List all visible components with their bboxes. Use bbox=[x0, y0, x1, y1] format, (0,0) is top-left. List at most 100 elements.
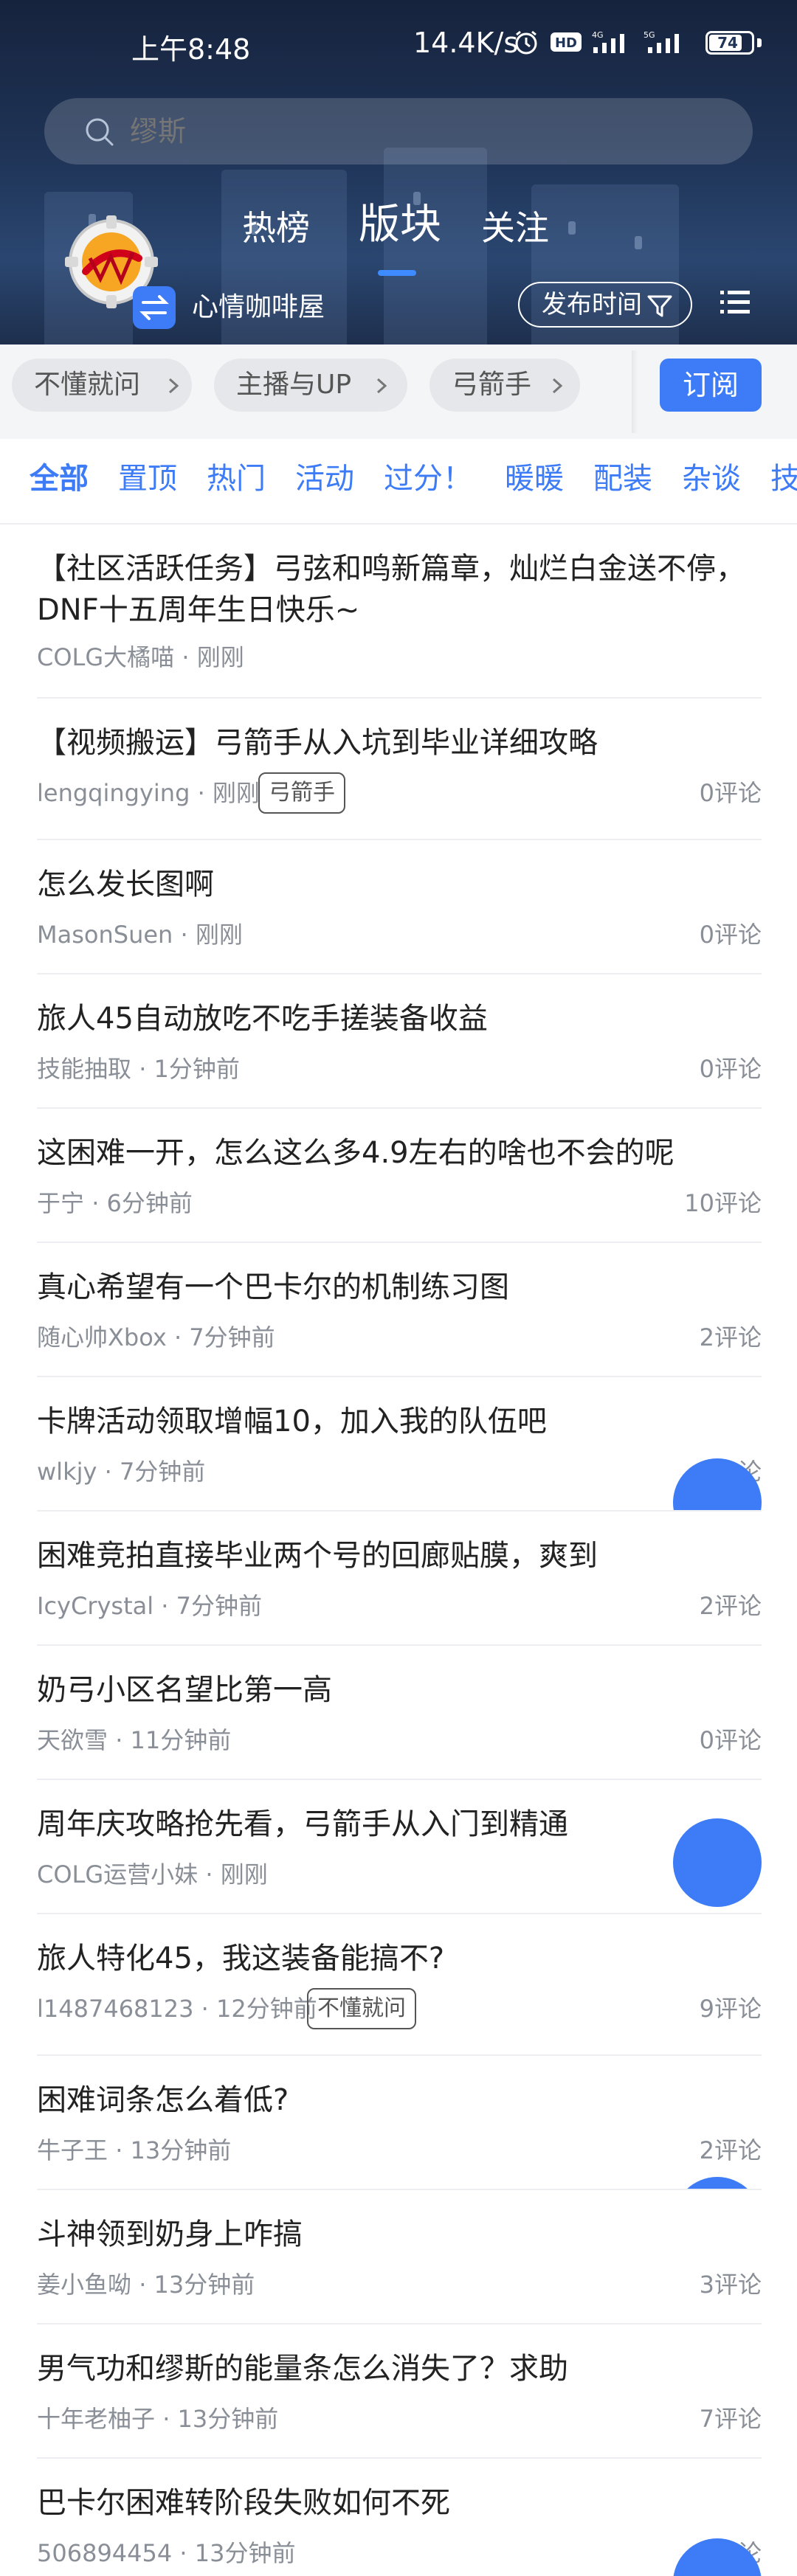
signal-5g-icon: 5G bbox=[644, 30, 679, 53]
post-meta: wlkjy · 7分钟前 bbox=[37, 1458, 206, 1486]
subforum-chip-qa[interactable]: 不懂就问 bbox=[12, 359, 192, 412]
post-subforum-tag[interactable]: 弓箭手 bbox=[258, 772, 345, 814]
post-author: COLG运营小妹 bbox=[37, 1860, 199, 1888]
post-time: 6分钟前 bbox=[106, 1189, 193, 1217]
post-time: 12分钟前 bbox=[216, 1995, 317, 2023]
post-time: 刚刚 bbox=[196, 643, 244, 671]
post-title: 奶弓小区名望比第一高 bbox=[37, 1673, 332, 1707]
post-item[interactable]: 男气功和缪斯的能量条怎么消失了？求助 十年老柚子 · 13分钟前 7评论 bbox=[37, 2324, 762, 2459]
post-time: 刚刚 bbox=[220, 1860, 268, 1888]
category-tab-events[interactable]: 活动 bbox=[295, 455, 354, 502]
post-comment-count: 3评论 bbox=[699, 2271, 762, 2299]
subforum-chip-streamer[interactable]: 主播与UP bbox=[214, 359, 407, 412]
post-meta: COLG运营小妹 · 刚刚 bbox=[37, 1860, 268, 1888]
post-meta: 天欲雪 · 11分钟前 bbox=[37, 1726, 232, 1754]
post-title: 真心希望有一个巴卡尔的机制练习图 bbox=[37, 1270, 509, 1304]
category-tab-chat[interactable]: 杂谈 bbox=[682, 455, 741, 502]
category-tab-pinned[interactable]: 置顶 bbox=[118, 455, 177, 502]
subscribe-button[interactable]: 订阅 bbox=[660, 359, 762, 412]
post-item[interactable]: 【视频搬运】弓箭手从入坑到毕业详细攻略 lengqingying · 刚刚 弓箭… bbox=[37, 699, 762, 840]
post-meta: 技能抽取 · 1分钟前 bbox=[37, 1055, 240, 1083]
alarm-icon bbox=[515, 30, 537, 55]
post-item[interactable]: 这困难一开，怎么这么多4.9左右的啥也不会的呢 于宁 · 6分钟前 10评论 bbox=[37, 1109, 762, 1243]
forum-switch-icon[interactable] bbox=[133, 286, 176, 329]
svg-text:4G: 4G bbox=[592, 30, 604, 40]
hd-icon: HD bbox=[551, 32, 582, 52]
tab-hot[interactable]: 热榜 bbox=[242, 202, 310, 254]
post-item[interactable]: 周年庆攻略抢先看，弓箭手从入门到精通 COLG运营小妹 · 刚刚 bbox=[37, 1780, 762, 1914]
post-author: 于宁 bbox=[37, 1189, 85, 1217]
network-speed: 14.4K/s bbox=[413, 27, 519, 59]
sort-label: 发布时间 bbox=[542, 290, 642, 319]
post-time: 7分钟前 bbox=[189, 1323, 275, 1351]
post-comment-count: 0评论 bbox=[699, 779, 762, 807]
tab-boards[interactable]: 版块 bbox=[359, 199, 441, 251]
category-tab-hot[interactable]: 热门 bbox=[207, 455, 266, 502]
post-title: 困难词条怎么着低? bbox=[37, 2083, 289, 2117]
post-subforum-tag[interactable]: 不懂就问 bbox=[307, 1988, 416, 2029]
post-meta: MasonSuen · 刚刚 bbox=[37, 921, 243, 949]
post-title: 男气功和缪斯的能量条怎么消失了？求助 bbox=[37, 2352, 568, 2386]
post-author: 姜小鱼呦 bbox=[37, 2271, 132, 2299]
category-tab-gear[interactable]: 配装 bbox=[593, 455, 652, 502]
post-item[interactable]: 困难词条怎么着低? 牛子王 · 13分钟前 2评论 bbox=[37, 2056, 762, 2190]
chevron-right-icon bbox=[168, 378, 179, 394]
post-time: 11分钟前 bbox=[130, 1726, 232, 1754]
sort-by-time-button[interactable]: 发布时间 bbox=[518, 282, 692, 328]
top-tabs: 热榜 版块 关注 bbox=[0, 199, 797, 266]
post-author: wlkjy bbox=[37, 1458, 97, 1486]
post-author: IcyCrystal bbox=[37, 1592, 154, 1620]
post-item[interactable]: 旅人特化45，我这装备能搞不? l1487468123 · 12分钟前 不懂就问… bbox=[37, 1914, 762, 2056]
post-time: 7分钟前 bbox=[176, 1592, 263, 1620]
post-title: 周年庆攻略抢先看，弓箭手从入门到精通 bbox=[37, 1807, 568, 1841]
subforum-chip-label: 弓箭手 bbox=[452, 370, 532, 400]
post-time: 13分钟前 bbox=[130, 2136, 232, 2164]
post-title: 怎么发长图啊 bbox=[37, 868, 214, 901]
post-item[interactable]: 真心希望有一个巴卡尔的机制练习图 随心帅Xbox · 7分钟前 2评论 bbox=[37, 1243, 762, 1377]
post-comment-count: 10评论 bbox=[684, 1189, 762, 1217]
post-item[interactable]: 怎么发长图啊 MasonSuen · 刚刚 0评论 bbox=[37, 840, 762, 974]
post-meta: 506894454 · 13分钟前 bbox=[37, 2539, 296, 2567]
tab-follow[interactable]: 关注 bbox=[481, 202, 549, 254]
subforum-chip-label: 主播与UP bbox=[236, 370, 352, 400]
post-item[interactable]: 【社区活跃任务】弓弦和鸣新篇章，灿烂白金送不停，DNF十五周年生日快乐~ COL… bbox=[37, 524, 762, 699]
post-item[interactable]: 卡牌活动领取增幅10，加入我的队伍吧 wlkjy · 7分钟前 论 bbox=[37, 1377, 762, 1512]
category-tab-all[interactable]: 全部 bbox=[30, 455, 89, 502]
post-title: 【社区活跃任务】弓弦和鸣新篇章，灿烂白金送不停，DNF十五周年生日快乐~ bbox=[37, 552, 745, 627]
category-tab-overboard[interactable]: 过分！ bbox=[384, 455, 472, 502]
floating-action-button[interactable] bbox=[673, 2177, 762, 2189]
app-root: 上午8:48 14.4K/s HD 4G 5G 74 缪斯 热榜 版块 关注 心… bbox=[0, 0, 797, 2576]
post-item[interactable]: 困难竞拍直接毕业两个号的回廊贴膜，爽到 IcyCrystal · 7分钟前 2评… bbox=[37, 1512, 762, 1646]
post-comment-count: 2评论 bbox=[699, 1592, 762, 1620]
subforum-chip-archer[interactable]: 弓箭手 bbox=[429, 359, 580, 412]
post-comment-count: 0评论 bbox=[699, 1726, 762, 1754]
post-item[interactable]: 奶弓小区名望比第一高 天欲雪 · 11分钟前 0评论 bbox=[37, 1646, 762, 1780]
chevron-right-icon bbox=[552, 378, 563, 394]
post-time: 13分钟前 bbox=[177, 2405, 279, 2433]
post-author: 牛子王 bbox=[37, 2136, 108, 2164]
battery-level: 74 bbox=[717, 34, 738, 52]
forum-name[interactable]: 心情咖啡屋 bbox=[192, 286, 325, 329]
post-title: 困难竞拍直接毕业两个号的回廊贴膜，爽到 bbox=[37, 1539, 598, 1573]
post-comment-count: 2评论 bbox=[699, 1323, 762, 1351]
post-author: 天欲雪 bbox=[37, 1726, 108, 1754]
post-item[interactable]: 斗神领到奶身上咋搞 姜小鱼呦 · 13分钟前 3评论 bbox=[37, 2190, 762, 2324]
floating-action-button[interactable] bbox=[673, 1818, 762, 1907]
category-tab-more[interactable]: 技 bbox=[770, 455, 797, 502]
status-bar: 上午8:48 14.4K/s HD 4G 5G 74 bbox=[0, 22, 797, 69]
chevron-right-icon bbox=[376, 378, 387, 394]
post-item[interactable]: 巴卡尔困难转阶段失败如何不死 506894454 · 13分钟前 论 bbox=[37, 2459, 762, 2576]
post-author: 十年老柚子 bbox=[37, 2405, 156, 2433]
post-item[interactable]: 旅人45自动放吃不吃手搓装备收益 技能抽取 · 1分钟前 0评论 bbox=[37, 974, 762, 1109]
post-meta: 于宁 · 6分钟前 bbox=[37, 1189, 193, 1217]
category-tab-warm[interactable]: 暖暖 bbox=[505, 455, 564, 502]
category-tabs: 全部 置顶 热门 活动 过分！ 暖暖 配装 杂谈 技 bbox=[0, 439, 797, 524]
post-author: lengqingying bbox=[37, 779, 190, 807]
post-meta: 十年老柚子 · 13分钟前 bbox=[37, 2405, 279, 2433]
filter-icon bbox=[647, 295, 672, 317]
list-menu-icon[interactable] bbox=[719, 286, 751, 319]
post-title: 卡牌活动领取增幅10，加入我的队伍吧 bbox=[37, 1405, 547, 1438]
post-author: 随心帅Xbox bbox=[37, 1323, 167, 1351]
post-comment-count: 0评论 bbox=[699, 1055, 762, 1083]
search-input[interactable] bbox=[130, 109, 705, 153]
